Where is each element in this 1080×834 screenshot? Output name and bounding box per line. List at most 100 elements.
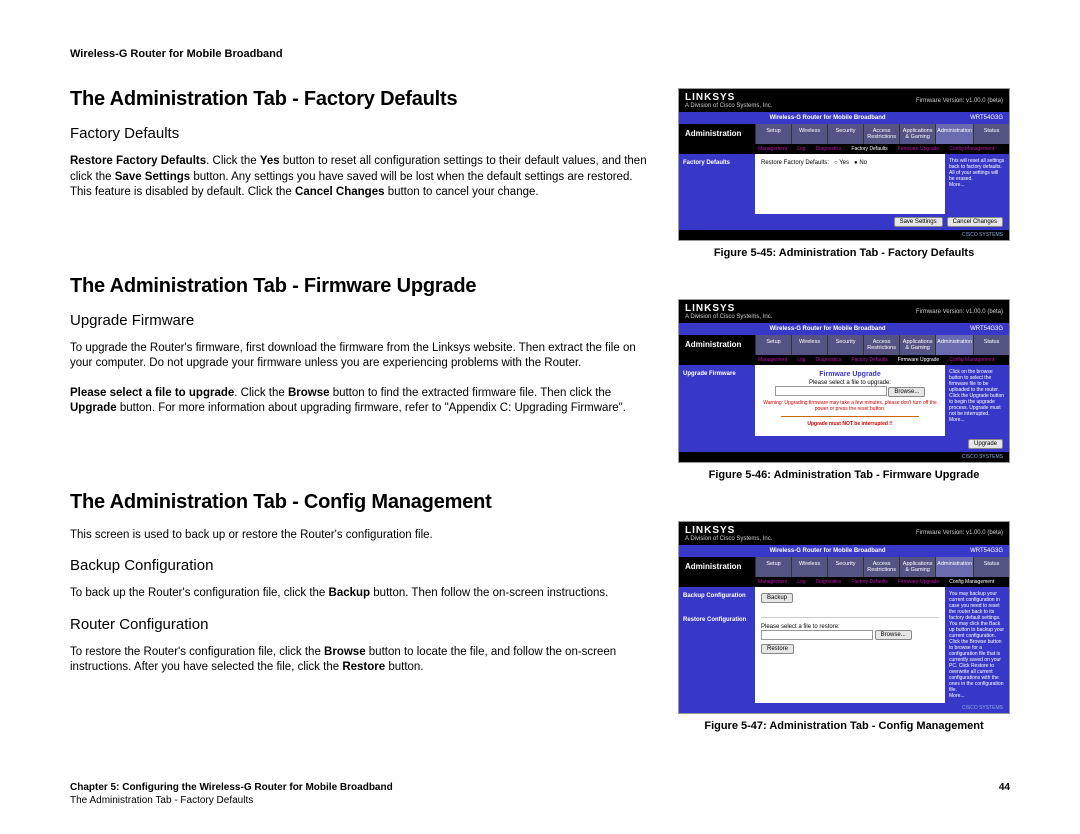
firmware-version: Firmware Version: v1.00.0 (beta) xyxy=(916,309,1003,315)
router-screenshot-config: LINKSYS A Division of Cisco Systems, Inc… xyxy=(678,521,1010,714)
tab-apps[interactable]: Applications & Gaming xyxy=(899,124,935,144)
router-screenshot-firmware: LINKSYS A Division of Cisco Systems, Inc… xyxy=(678,299,1010,463)
tab-apps[interactable]: Applications & Gaming xyxy=(899,557,935,577)
figure-5-45: LINKSYS A Division of Cisco Systems, Inc… xyxy=(678,88,1010,259)
tab-wireless[interactable]: Wireless xyxy=(791,335,827,355)
section-title-config: The Administration Tab - Config Manageme… xyxy=(70,491,654,514)
admin-label: Administration xyxy=(679,124,755,144)
file-path-input[interactable] xyxy=(775,386,887,396)
tab-access[interactable]: Access Restrictions xyxy=(863,124,899,144)
tab-setup[interactable]: Setup xyxy=(755,124,791,144)
radio-yes[interactable]: Yes xyxy=(839,160,849,166)
product-title: Wireless-G Router for Mobile Broadband xyxy=(770,326,886,332)
subtab-config[interactable]: Config Management xyxy=(946,579,997,585)
doc-header: Wireless-G Router for Mobile Broadband xyxy=(70,48,1010,60)
tab-wireless[interactable]: Wireless xyxy=(791,557,827,577)
subtab-factory[interactable]: Factory Defaults xyxy=(848,357,890,363)
subtab-firmware[interactable]: Firmware Upgrade xyxy=(895,579,942,585)
model-number: WRT54G3G xyxy=(970,326,1003,332)
subtab-log[interactable]: Log xyxy=(794,579,808,585)
help-text-factory: This will reset all settings back to fac… xyxy=(949,158,1005,182)
tab-status[interactable]: Status xyxy=(973,124,1009,144)
linksys-logo: LINKSYS xyxy=(685,303,772,314)
help-more-link[interactable]: More... xyxy=(949,417,1005,423)
subtab-diagnostics[interactable]: Diagnostics xyxy=(813,146,845,152)
tab-security[interactable]: Security xyxy=(827,124,863,144)
subtab-log[interactable]: Log xyxy=(794,357,808,363)
tab-administration[interactable]: Administration xyxy=(935,124,973,144)
paragraph-firmware-2: Please select a file to upgrade. Click t… xyxy=(70,386,654,417)
linksys-logo: LINKSYS xyxy=(685,525,772,536)
footer-subline: The Administration Tab - Factory Default… xyxy=(70,795,1010,806)
subtab-diagnostics[interactable]: Diagnostics xyxy=(813,357,845,363)
cisco-logo: CISCO SYSTEMS xyxy=(679,703,1009,713)
tab-status[interactable]: Status xyxy=(973,557,1009,577)
tab-apps[interactable]: Applications & Gaming xyxy=(899,335,935,355)
tab-wireless[interactable]: Wireless xyxy=(791,124,827,144)
page-number: 44 xyxy=(999,782,1010,793)
tab-administration[interactable]: Administration xyxy=(935,557,973,577)
footer-chapter: Chapter 5: Configuring the Wireless-G Ro… xyxy=(70,782,393,793)
cisco-logo: CISCO SYSTEMS xyxy=(679,452,1009,462)
tab-access[interactable]: Access Restrictions xyxy=(863,335,899,355)
tab-security[interactable]: Security xyxy=(827,557,863,577)
tab-status[interactable]: Status xyxy=(973,335,1009,355)
help-more-link[interactable]: More... xyxy=(949,182,1005,188)
bold-text: Restore Factory Defaults xyxy=(70,155,206,167)
tab-access[interactable]: Access Restrictions xyxy=(863,557,899,577)
help-more-link[interactable]: More... xyxy=(949,693,1005,699)
subtab-config[interactable]: Config Management xyxy=(946,146,997,152)
upgrade-button[interactable]: Upgrade xyxy=(968,439,1003,449)
subheading-factory: Factory Defaults xyxy=(70,125,654,142)
tab-security[interactable]: Security xyxy=(827,335,863,355)
product-title: Wireless-G Router for Mobile Broadband xyxy=(770,115,886,121)
router-screenshot-factory: LINKSYS A Division of Cisco Systems, Inc… xyxy=(678,88,1010,241)
product-title: Wireless-G Router for Mobile Broadband xyxy=(770,548,886,554)
subtab-management[interactable]: Management xyxy=(755,357,790,363)
subtab-management[interactable]: Management xyxy=(755,579,790,585)
subtab-firmware[interactable]: Firmware Upgrade xyxy=(895,146,942,152)
figure-caption-47: Figure 5-47: Administration Tab - Config… xyxy=(678,720,1010,732)
subtab-log[interactable]: Log xyxy=(794,146,808,152)
firmware-upgrade-title: Firmware Upgrade xyxy=(761,371,939,378)
save-settings-button[interactable]: Save Settings xyxy=(894,217,943,227)
admin-label: Administration xyxy=(679,335,755,355)
logo-tagline: A Division of Cisco Systems, Inc. xyxy=(685,314,772,320)
backup-button[interactable]: Backup xyxy=(761,593,793,603)
browse-button[interactable]: Browse... xyxy=(875,630,912,640)
restore-file-input[interactable] xyxy=(761,630,873,640)
section-title-firmware: The Administration Tab - Firmware Upgrad… xyxy=(70,275,654,298)
tab-administration[interactable]: Administration xyxy=(935,335,973,355)
paragraph-firmware-1: To upgrade the Router's firmware, first … xyxy=(70,341,654,372)
help-text-config: You may backup your current configuratio… xyxy=(949,591,1005,693)
subtab-diagnostics[interactable]: Diagnostics xyxy=(813,579,845,585)
side-label-factory: Factory Defaults xyxy=(679,154,755,214)
tab-setup[interactable]: Setup xyxy=(755,557,791,577)
paragraph-restore: To restore the Router's configuration fi… xyxy=(70,645,654,676)
logo-tagline: A Division of Cisco Systems, Inc. xyxy=(685,103,772,109)
figure-5-47: LINKSYS A Division of Cisco Systems, Inc… xyxy=(678,521,1010,732)
cancel-changes-button[interactable]: Cancel Changes xyxy=(947,217,1003,227)
warning-text: Warning: Upgrading firmware may take a f… xyxy=(761,400,939,412)
firmware-version: Firmware Version: v1.00.0 (beta) xyxy=(916,530,1003,536)
subtab-config[interactable]: Config Management xyxy=(946,357,997,363)
radio-no[interactable]: No xyxy=(859,160,867,166)
admin-label: Administration xyxy=(679,557,755,577)
figure-caption-46: Figure 5-46: Administration Tab - Firmwa… xyxy=(678,469,1010,481)
figures-column: LINKSYS A Division of Cisco Systems, Inc… xyxy=(678,88,1010,772)
firmware-version: Firmware Version: v1.00.0 (beta) xyxy=(916,98,1003,104)
paragraph-backup: To back up the Router's configuration fi… xyxy=(70,586,654,602)
figure-caption-45: Figure 5-45: Administration Tab - Factor… xyxy=(678,247,1010,259)
subtab-firmware[interactable]: Firmware Upgrade xyxy=(895,357,942,363)
subtab-management[interactable]: Management xyxy=(755,146,790,152)
tab-setup[interactable]: Setup xyxy=(755,335,791,355)
no-interrupt-text: Upgrade must NOT be interrupted !! xyxy=(761,421,939,427)
browse-button[interactable]: Browse... xyxy=(888,387,925,397)
subheading-firmware: Upgrade Firmware xyxy=(70,312,654,329)
linksys-logo: LINKSYS xyxy=(685,92,772,103)
cisco-logo: CISCO SYSTEMS xyxy=(679,230,1009,240)
restore-button[interactable]: Restore xyxy=(761,644,794,654)
subheading-backup: Backup Configuration xyxy=(70,557,654,574)
subtab-factory[interactable]: Factory Defaults xyxy=(848,579,890,585)
subtab-factory[interactable]: Factory Defaults xyxy=(848,146,890,152)
